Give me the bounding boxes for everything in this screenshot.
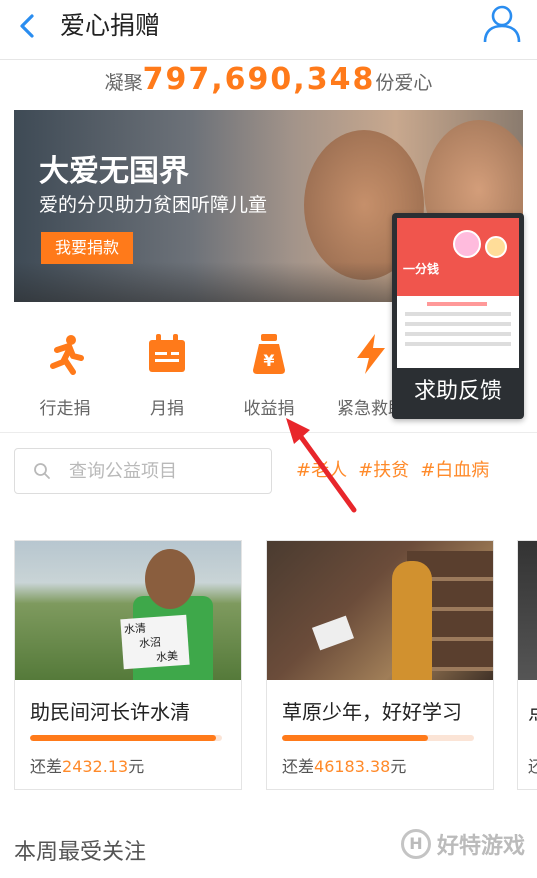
summary-prefix: 凝聚	[104, 72, 143, 94]
page-title: 爱心捐赠	[60, 11, 161, 40]
category-walk-donate[interactable]: 行走捐	[14, 326, 116, 419]
tag-list: #老人 #扶贫 #白血病	[296, 456, 489, 482]
search-icon	[34, 463, 50, 479]
project-card[interactable]: 点 还	[517, 540, 537, 790]
summary-suffix: 份爱心	[375, 72, 433, 94]
category-monthly-donate[interactable]: 月捐	[116, 326, 218, 419]
search-box[interactable]	[14, 448, 272, 494]
project-carousel[interactable]: 水清 水沼 水美 助民间河长许水清 还差2432.13元 草原少年，好好学习 还…	[14, 540, 537, 790]
category-label: 行走捐	[39, 399, 91, 419]
project-photo	[267, 541, 493, 680]
remaining-amount: 还差2432.13元	[30, 757, 145, 776]
help-feedback-label: 求助反馈	[413, 379, 502, 404]
money-bag-icon: ¥	[253, 334, 285, 374]
help-feedback-float[interactable]: 一分钱 求助反馈	[392, 213, 524, 419]
progress-bar	[282, 735, 474, 741]
project-card[interactable]: 草原少年，好好学习 还差46183.38元	[266, 540, 494, 790]
remaining-amount: 还差46183.38元	[282, 757, 407, 776]
progress-bar	[30, 735, 222, 741]
tag-leukemia[interactable]: #白血病	[420, 456, 489, 482]
project-title: 点	[528, 696, 537, 725]
top-bar: 爱心捐赠	[0, 0, 537, 60]
svg-text:¥: ¥	[263, 351, 274, 370]
watermark-text: 好特游戏	[436, 834, 525, 859]
project-photo	[518, 541, 537, 680]
project-photo: 水清 水沼 水美	[15, 541, 241, 680]
remaining-amount: 还	[528, 753, 537, 777]
tag-elderly[interactable]: #老人	[296, 456, 347, 482]
banner-headline: 大爱无国界	[39, 154, 189, 189]
category-label: 月捐	[150, 399, 184, 419]
feedback-thumbnail: 一分钱	[397, 218, 519, 368]
category-yield-donate[interactable]: ¥ 收益捐	[218, 326, 320, 419]
watermark: H 好特游戏	[400, 828, 525, 860]
project-card[interactable]: 水清 水沼 水美 助民间河长许水清 还差2432.13元	[14, 540, 242, 790]
project-title: 助民间河长许水清	[30, 700, 190, 724]
watermark-logo: H	[400, 829, 431, 859]
calendar-icon	[149, 334, 185, 372]
search-input[interactable]	[69, 455, 259, 487]
banner-subline: 爱的分贝助力贫困听障儿童	[39, 194, 268, 216]
user-icon[interactable]	[481, 2, 523, 44]
photo-sign: 水清 水沼 水美	[120, 614, 190, 670]
tag-poverty[interactable]: #扶贫	[358, 456, 409, 482]
back-chevron-icon[interactable]	[10, 8, 46, 44]
section-title: 本周最受关注	[14, 840, 147, 865]
running-icon	[50, 335, 84, 375]
category-label: 收益捐	[243, 399, 295, 419]
lightning-icon	[357, 334, 385, 374]
love-count-summary: 凝聚 797,690,348 份爱心	[0, 60, 537, 104]
divider	[0, 432, 537, 433]
donate-now-button[interactable]: 我要捐款	[41, 232, 133, 264]
love-count: 797,690,348	[142, 62, 376, 97]
project-title: 草原少年，好好学习	[282, 700, 462, 724]
